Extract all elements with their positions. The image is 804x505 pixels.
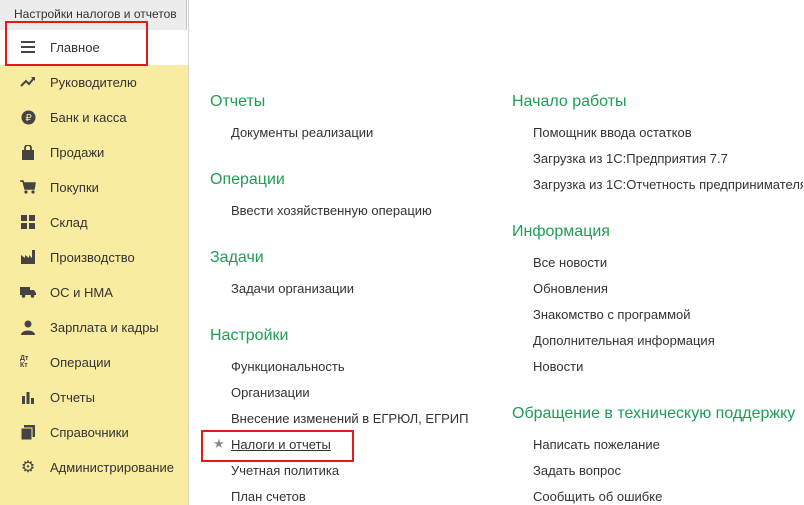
link-ask-question[interactable]: Задать вопрос (533, 463, 621, 478)
sidebar-item-directories[interactable]: Справочники (0, 415, 188, 450)
sidebar-item-salary-hr[interactable]: Зарплата и кадры (0, 310, 188, 345)
link-news[interactable]: Новости (533, 359, 583, 374)
sidebar-item-operations[interactable]: Дт Кт Операции (0, 345, 188, 380)
sidebar-item-label: Зарплата и кадры (50, 320, 159, 335)
sidebar-item-production[interactable]: Производство (0, 240, 188, 275)
sidebar-item-purchases[interactable]: Покупки (0, 170, 188, 205)
favorite-star-icon[interactable]: ★ (213, 436, 225, 452)
sidebar-item-label: Администрирование (50, 460, 174, 475)
section-title-information: Информация (512, 223, 610, 240)
sidebar-item-manager[interactable]: Руководителю (0, 65, 188, 100)
sidebar-item-label: Справочники (50, 425, 129, 440)
link-chart-of-accounts[interactable]: План счетов (231, 489, 306, 504)
sidebar-item-label: Главное (50, 40, 100, 55)
sidebar-item-label: Банк и касса (50, 110, 127, 125)
sidebar-item-label: Склад (50, 215, 88, 230)
link-program-introduction[interactable]: Знакомство с программой (533, 307, 691, 322)
main-content: Отчеты Документы реализации Операции Вве… (189, 30, 804, 505)
person-icon (20, 319, 36, 335)
sidebar-item-label: Операции (50, 355, 111, 370)
debit-credit-icon-text: Дт Кт (20, 355, 29, 369)
sidebar-item-label: Покупки (50, 180, 99, 195)
link-functionality[interactable]: Функциональность (231, 359, 345, 374)
sidebar-item-sales[interactable]: Продажи (0, 135, 188, 170)
link-all-news[interactable]: Все новости (533, 255, 607, 270)
link-report-error[interactable]: Сообщить об ошибке (533, 489, 662, 504)
sidebar-item-label: Производство (50, 250, 135, 265)
svg-text:₽: ₽ (25, 113, 32, 124)
sidebar-item-reports[interactable]: Отчеты (0, 380, 188, 415)
section-title-operations: Операции (210, 171, 285, 188)
menu-icon (20, 39, 36, 55)
truck-icon (20, 284, 36, 300)
section-title-tech-support: Обращение в техническую поддержку (512, 405, 796, 422)
link-updates[interactable]: Обновления (533, 281, 608, 296)
sidebar-item-main[interactable]: Главное (0, 30, 188, 65)
link-import-1c-77[interactable]: Загрузка из 1С:Предприятия 7.7 (533, 151, 728, 166)
shopping-cart-icon (20, 179, 36, 195)
gear-icon: ⚙ (20, 459, 36, 476)
section-title-tasks: Задачи (210, 249, 264, 266)
sidebar: Главное Руководителю ₽ Банк и касса Прод… (0, 30, 188, 505)
factory-icon (20, 249, 36, 265)
sidebar-item-label: Продажи (50, 145, 105, 160)
section-title-settings: Настройки (210, 327, 289, 344)
sidebar-item-label: Отчеты (50, 390, 95, 405)
books-icon (20, 424, 36, 440)
sidebar-item-label: Руководителю (50, 75, 137, 90)
link-opening-balances-assistant[interactable]: Помощник ввода остатков (533, 125, 692, 140)
tab-taxes-reports-settings[interactable]: Настройки налогов и отчетов (0, 0, 187, 30)
link-import-1c-entrepreneur-reporting[interactable]: Загрузка из 1С:Отчетность предпринимател… (533, 177, 803, 192)
sidebar-item-bank-cash[interactable]: ₽ Банк и касса (0, 100, 188, 135)
sidebar-item-fixed-assets[interactable]: ОС и НМА (0, 275, 188, 310)
section-title-getting-started: Начало работы (512, 93, 627, 110)
trend-chart-icon (20, 74, 36, 90)
sidebar-item-label: ОС и НМА (50, 285, 113, 300)
link-additional-information[interactable]: Дополнительная информация (533, 333, 715, 348)
section-title-reports: Отчеты (210, 93, 266, 110)
link-enter-business-operation[interactable]: Ввести хозяйственную операцию (231, 203, 432, 218)
link-taxes-and-reports[interactable]: Налоги и отчеты (231, 437, 331, 452)
bar-chart-icon (20, 389, 36, 405)
tab-bar: Настройки налогов и отчетов (0, 0, 804, 30)
warehouse-grid-icon (20, 214, 36, 230)
link-sales-documents[interactable]: Документы реализации (231, 125, 373, 140)
link-organization-tasks[interactable]: Задачи организации (231, 281, 354, 296)
debit-credit-icon: Дт Кт (20, 354, 36, 371)
ruble-coin-icon: ₽ (20, 109, 36, 125)
sidebar-item-warehouse[interactable]: Склад (0, 205, 188, 240)
link-organizations[interactable]: Организации (231, 385, 310, 400)
shopping-bag-icon (20, 144, 36, 160)
sidebar-item-administration[interactable]: ⚙ Администрирование (0, 450, 188, 485)
link-egrul-egrip-changes[interactable]: Внесение изменений в ЕГРЮЛ, ЕГРИП (231, 411, 468, 426)
tab-label: Настройки налогов и отчетов (14, 7, 177, 21)
link-accounting-policy[interactable]: Учетная политика (231, 463, 339, 478)
link-write-suggestion[interactable]: Написать пожелание (533, 437, 660, 452)
